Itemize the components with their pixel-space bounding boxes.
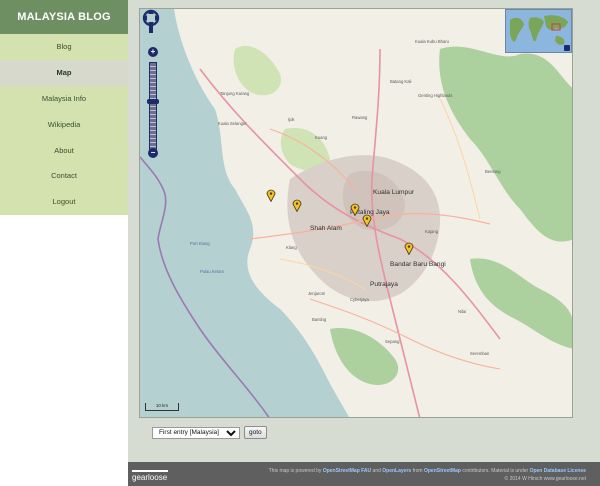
map-label-nilai: Nilai [458,309,467,314]
map-label-cyberjaya: Cyberjaya [350,297,369,302]
map-label-putrajaya: Putrajaya [370,281,398,288]
map-label-bentong: Bentong [485,169,501,174]
map-marker-icon[interactable] [266,189,276,202]
entry-form: First entry [Malaysia] goto [152,426,267,439]
pan-control-icon[interactable] [140,9,162,35]
sidebar: MALAYSIA BLOG Blog Map Malaysia Info Wik… [0,0,128,215]
map-label-seremban: Seremban [470,351,490,356]
map-label-jenjarom: Jenjarom [308,291,326,296]
world-map-icon [510,15,568,45]
main-content: Kuala Kubu Bharu Kuala Selangor Tanjung … [128,0,600,486]
map-label-kuang: Kuang [315,135,328,140]
map-label-bandar-baru-bangi: Bandar Baru Bangi [390,261,446,268]
footer-from: from [412,468,423,474]
blog-title[interactable]: MALAYSIA BLOG [0,0,128,34]
footer: gearloose This map is powered by OpenStr… [128,462,600,486]
footer-credit-suffix: contributors. Material is under [462,468,529,474]
sidebar-item-contact[interactable]: Contact [0,162,128,189]
map-label-kuala-lumpur: Kuala Lumpur [373,189,415,196]
map-label-rawang: Rawang [352,115,368,120]
link-license[interactable]: Open Database License [530,468,586,474]
map-marker-icon[interactable] [404,242,414,255]
zoom-out-button[interactable]: − [148,148,158,158]
map-marker-icon[interactable] [362,214,372,227]
zoom-in-button[interactable]: + [148,47,158,57]
goto-button[interactable]: goto [244,426,267,439]
map-label-kajang: Kajang [425,229,439,234]
footer-credit-prefix: This map is powered by [268,468,322,474]
map-marker-icon[interactable] [292,199,302,212]
map-label-pulau-ketam: Pulau Ketam [200,269,224,274]
map-label-shah-alam: Shah Alam [310,225,342,232]
link-openstreetmap[interactable]: OpenStreetMap [424,468,461,474]
map-marker-icon[interactable] [350,203,360,216]
map-label-kuala-kubu-bharu: Kuala Kubu Bharu [415,39,449,44]
map-label-kuala-selangor: Kuala Selangor [218,121,247,126]
zoom-slider-handle[interactable] [147,99,159,104]
link-openlayers[interactable]: OpenLayers [382,468,411,474]
footer-credits: This map is powered by OpenStreetMap FAU… [269,467,586,483]
sidebar-item-logout[interactable]: Logout [0,188,128,215]
map-label-port-klang: Port Klang [190,241,210,246]
map-label-tanjung-karang: Tanjung Karang [220,91,250,96]
sidebar-item-wikipedia[interactable]: Wikipedia [0,111,128,138]
sidebar-item-malaysia-info[interactable]: Malaysia Info [0,85,128,112]
map-label-sepang: Sepang [385,339,400,344]
link-osm-fau[interactable]: OpenStreetMap FAU [323,468,371,474]
map-label-klang: Klang [286,245,297,250]
overview-map[interactable] [505,9,572,53]
map-label-batang-kali: Batang Kali [390,79,412,84]
footer-and: and [372,468,381,474]
map-label-genting: Genting Highlands [418,93,453,98]
overview-toggle-button[interactable] [564,45,570,51]
sidebar-item-map[interactable]: Map [0,59,128,86]
gearloose-logo[interactable]: gearloose [132,470,169,482]
entry-select[interactable]: First entry [Malaysia] [152,426,240,439]
map-scale: 10 km [145,403,179,411]
map-label-banting: Banting [312,317,327,322]
zoom-bar[interactable] [149,62,157,154]
map-label-ijok: Ijok [288,117,295,122]
sidebar-item-blog[interactable]: Blog [0,34,128,60]
sidebar-item-about[interactable]: About [0,137,128,163]
footer-copyright: © 2014 W Hirsch www.gearloose.net [504,476,587,482]
map-viewport[interactable]: Kuala Kubu Bharu Kuala Selangor Tanjung … [139,8,573,418]
